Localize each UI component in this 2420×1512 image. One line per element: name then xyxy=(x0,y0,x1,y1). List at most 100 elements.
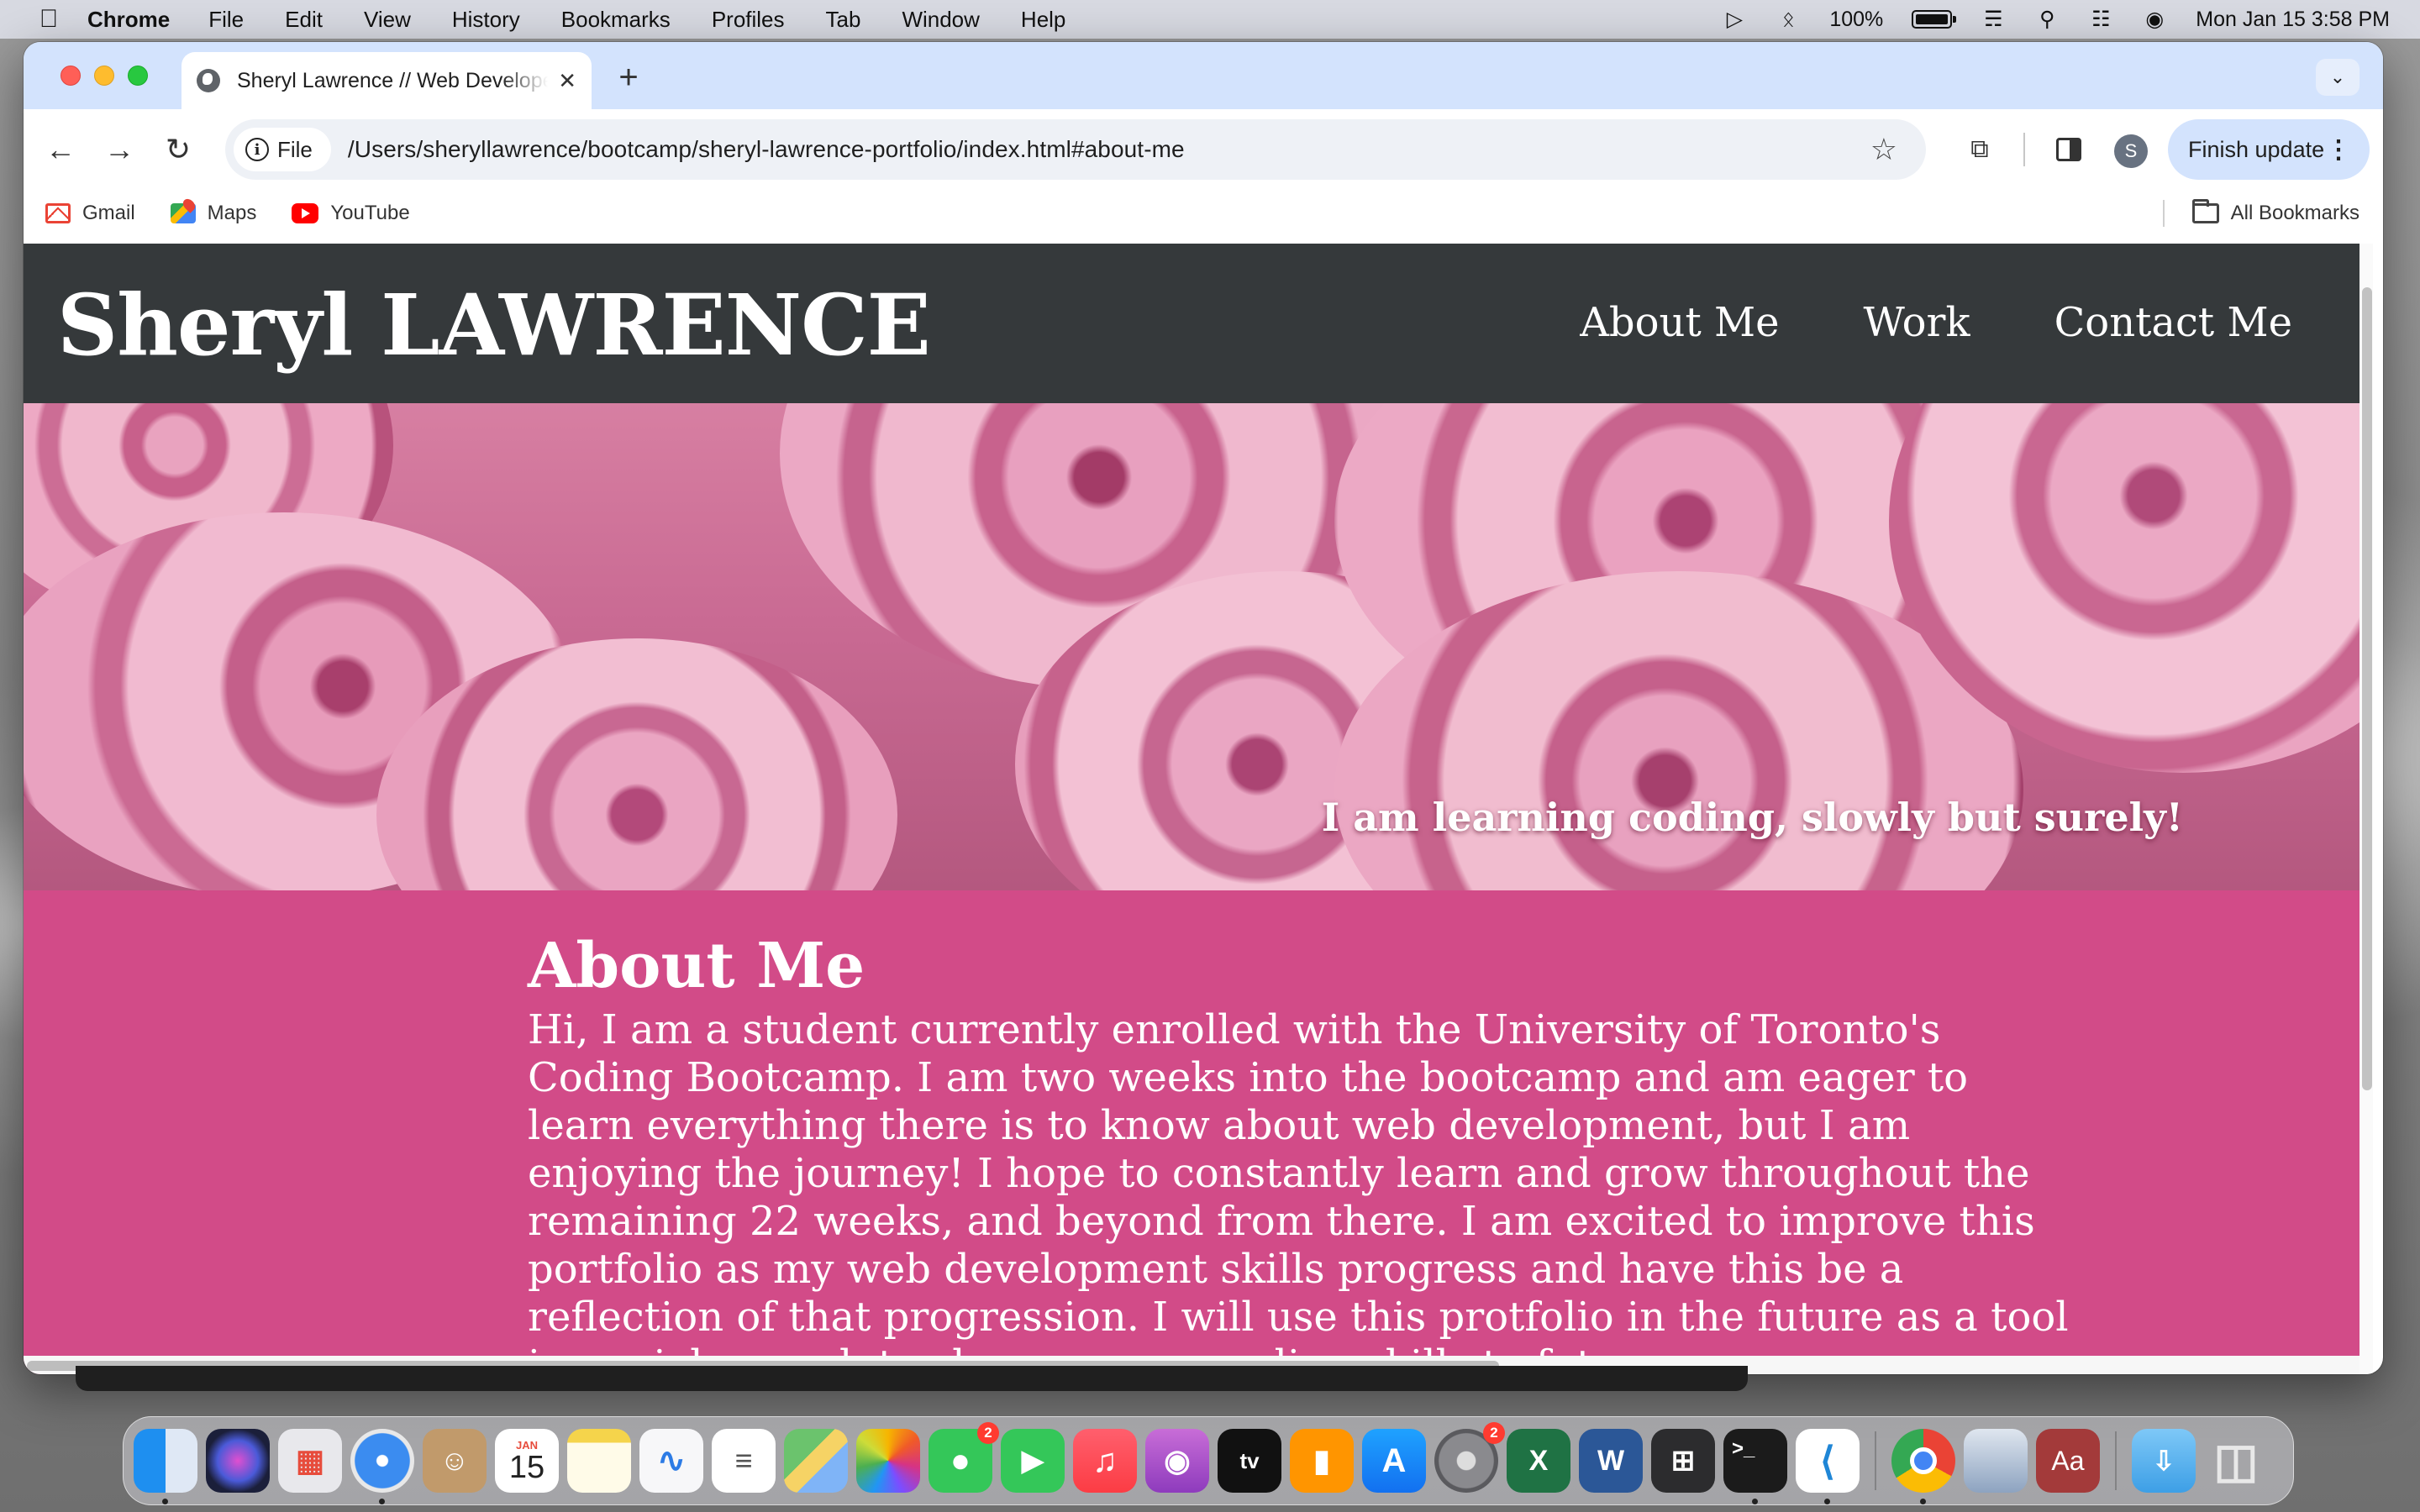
vscode-icon[interactable]: ⟨ xyxy=(1796,1429,1860,1504)
new-tab-button[interactable]: + xyxy=(612,60,645,94)
menu-bookmarks[interactable]: Bookmarks xyxy=(561,7,671,33)
site-info-chip[interactable]: i File xyxy=(234,128,331,171)
safari-icon[interactable] xyxy=(350,1429,414,1504)
facetime-icon[interactable]: ▶ xyxy=(1001,1429,1065,1493)
calendar-icon[interactable]: JAN 15 xyxy=(495,1429,559,1493)
excel-icon[interactable]: X xyxy=(1507,1429,1570,1493)
finish-update-button[interactable]: Finish update ⋮ xyxy=(2168,119,2370,180)
menu-profiles[interactable]: Profiles xyxy=(712,7,785,33)
messages-icon[interactable]: ● 2 xyxy=(929,1422,999,1493)
launchpad-icon[interactable]: ▦ xyxy=(278,1429,342,1493)
reminders-icon[interactable]: ≡ xyxy=(712,1429,776,1493)
page-viewport: Sheryl LAWRENCE About Me Work Contact Me… xyxy=(24,244,2360,1374)
word-icon[interactable]: W xyxy=(1579,1429,1643,1493)
calendar-day: 15 xyxy=(508,1449,545,1485)
profile-avatar[interactable]: S xyxy=(2114,134,2148,168)
bookmarks-bar: Gmail Maps YouTube All Bookmarks xyxy=(24,190,2383,237)
nav-link-about-me[interactable]: About Me xyxy=(1580,299,1779,346)
dictionary-label: Aa xyxy=(2051,1445,2085,1476)
close-tab-icon[interactable]: ✕ xyxy=(558,68,576,94)
nav-link-work[interactable]: Work xyxy=(1864,299,1970,346)
bookmark-youtube[interactable]: YouTube xyxy=(292,202,410,225)
bookmark-maps[interactable]: Maps xyxy=(170,202,257,225)
side-panel-icon[interactable] xyxy=(2045,126,2092,173)
menu-bar-status: ▷ ᛟ 100% ☴ ⚲ ☷ ◉ Mon Jan 15 3:58 PM xyxy=(1722,7,2390,32)
menu-view[interactable]: View xyxy=(364,7,411,33)
tv-label: tv xyxy=(1239,1447,1260,1473)
siri-app-icon[interactable] xyxy=(206,1429,270,1493)
more-menu-icon[interactable]: ⋮ xyxy=(2326,135,2351,165)
forward-button[interactable]: → xyxy=(96,126,143,173)
menu-app-name[interactable]: Chrome xyxy=(87,7,170,33)
photos-icon[interactable] xyxy=(856,1429,920,1493)
macos-dock: ▦ ☺ JAN 15 ∿ ≡ ● 2 ▶ ♫ ◉ tv ▮ A 2 X W ⊞ >… xyxy=(123,1416,2294,1505)
menu-history[interactable]: History xyxy=(452,7,520,33)
music-icon[interactable]: ♫ xyxy=(1073,1429,1137,1493)
contacts-icon[interactable]: ☺ xyxy=(423,1429,487,1493)
apple-tv-icon[interactable]: tv xyxy=(1218,1429,1281,1493)
back-button[interactable]: ← xyxy=(37,126,84,173)
tab-search-button[interactable]: ⌄ xyxy=(2316,59,2360,96)
menu-bar-clock[interactable]: Mon Jan 15 3:58 PM xyxy=(2196,8,2390,32)
vertical-scrollbar-thumb[interactable] xyxy=(2362,287,2372,1090)
nav-link-contact-me[interactable]: Contact Me xyxy=(2054,299,2292,346)
bookmarks-divider xyxy=(2163,200,2165,227)
bluetooth-icon[interactable]: ᛟ xyxy=(1776,7,1801,32)
bookmark-label: Maps xyxy=(207,202,257,224)
active-tab[interactable]: Sheryl Lawrence // Web Developer ✕ xyxy=(182,52,592,109)
terminal-icon[interactable]: >_ xyxy=(1723,1429,1787,1504)
spotlight-search-icon[interactable]: ⚲ xyxy=(2034,7,2060,32)
siri-icon[interactable]: ◉ xyxy=(2142,7,2167,32)
gmail-icon xyxy=(45,203,71,223)
apple-menu-icon[interactable]:  xyxy=(30,0,67,39)
tab-title: Sheryl Lawrence // Web Developer xyxy=(237,68,549,92)
settings-badge: 2 xyxy=(1483,1422,1505,1444)
finish-update-label: Finish update xyxy=(2188,136,2325,162)
bookmark-star-icon[interactable]: ☆ xyxy=(1870,132,1897,167)
site-header: Sheryl LAWRENCE About Me Work Contact Me xyxy=(24,244,2360,403)
downloads-folder-icon[interactable]: ⇩ xyxy=(2132,1429,2196,1493)
trash-icon[interactable]: ◫ xyxy=(2204,1429,2268,1493)
globe-icon xyxy=(197,69,220,92)
menu-help[interactable]: Help xyxy=(1021,7,1065,33)
close-window-button[interactable] xyxy=(60,66,81,86)
vertical-scrollbar[interactable] xyxy=(2360,244,2373,1374)
chrome-icon[interactable] xyxy=(1891,1429,1955,1504)
all-bookmarks-button[interactable]: All Bookmarks xyxy=(2191,199,2360,225)
books-icon[interactable]: ▮ xyxy=(1290,1429,1354,1493)
battery-icon[interactable] xyxy=(1912,10,1957,29)
dock-divider xyxy=(2115,1431,2117,1490)
system-settings-icon[interactable]: 2 xyxy=(1434,1422,1505,1493)
word-label: W xyxy=(1597,1444,1625,1477)
calculator-icon[interactable]: ⊞ xyxy=(1651,1429,1715,1493)
minimize-window-button[interactable] xyxy=(94,66,114,86)
reload-button[interactable]: ↻ xyxy=(155,126,202,173)
app-store-icon[interactable]: A xyxy=(1362,1429,1426,1493)
bookmark-label: Gmail xyxy=(82,202,135,224)
macos-menu-bar:  Chrome File Edit View History Bookmark… xyxy=(0,0,2420,39)
menu-window[interactable]: Window xyxy=(902,7,979,33)
zoom-window-button[interactable] xyxy=(128,66,148,86)
extensions-puzzle-icon[interactable]: ⧉ xyxy=(1956,126,2003,173)
address-bar[interactable]: i File /Users/sheryllawrence/bootcamp/sh… xyxy=(225,119,1926,180)
menu-edit[interactable]: Edit xyxy=(285,7,323,33)
menu-file[interactable]: File xyxy=(208,7,244,33)
now-playing-icon[interactable]: ▷ xyxy=(1722,7,1747,32)
bookmark-gmail[interactable]: Gmail xyxy=(45,202,135,225)
maps-app-icon[interactable] xyxy=(784,1429,848,1493)
site-title: Sheryl LAWRENCE xyxy=(57,276,931,375)
battery-percent: 100% xyxy=(1829,7,1884,31)
podcasts-icon[interactable]: ◉ xyxy=(1145,1429,1209,1493)
control-center-icon[interactable]: ☷ xyxy=(2088,7,2113,32)
tab-strip: Sheryl Lawrence // Web Developer ✕ + ⌄ xyxy=(24,42,2383,109)
dictionary-icon[interactable]: Aa xyxy=(2036,1429,2100,1493)
finder-icon[interactable] xyxy=(134,1429,197,1504)
window-controls xyxy=(60,66,148,86)
bookmark-label: YouTube xyxy=(330,202,410,224)
preview-icon[interactable] xyxy=(1964,1429,2028,1493)
freeform-icon[interactable]: ∿ xyxy=(639,1429,703,1493)
notes-icon[interactable] xyxy=(567,1429,631,1493)
menu-tab[interactable]: Tab xyxy=(826,7,861,33)
wifi-icon[interactable]: ☴ xyxy=(1981,7,2006,32)
url-text[interactable]: /Users/sheryllawrence/bootcamp/sheryl-la… xyxy=(348,136,1185,163)
